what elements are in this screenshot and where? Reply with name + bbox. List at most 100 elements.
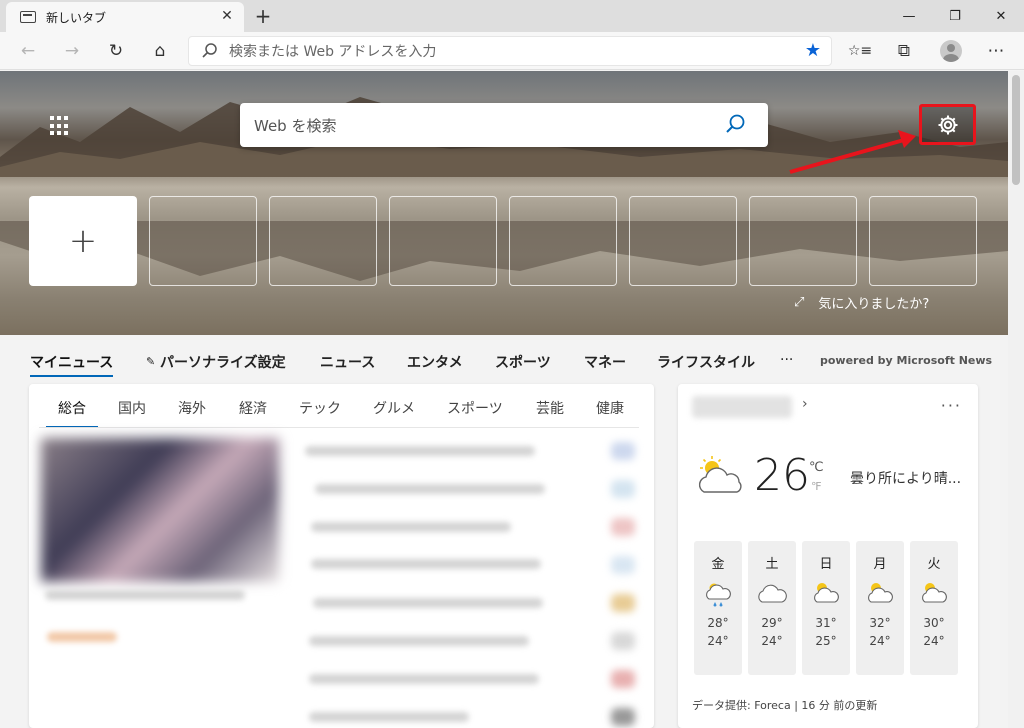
site-tile[interactable] <box>269 196 377 286</box>
headline-blurred[interactable] <box>309 636 529 646</box>
unit-fahrenheit[interactable]: ℉ <box>811 480 821 493</box>
category-tab[interactable]: 海外 <box>178 398 206 418</box>
nav-news[interactable]: ニュース <box>320 352 375 372</box>
forecast-day[interactable]: 日 31° 25° <box>802 541 850 675</box>
nav-money[interactable]: マネー <box>584 352 626 372</box>
refresh-button[interactable]: ↻ <box>102 37 130 65</box>
app-launcher-icon[interactable] <box>50 116 70 136</box>
category-tab[interactable]: 経済 <box>239 398 267 418</box>
powered-by-label: powered by Microsoft News <box>820 354 993 367</box>
forecast-day[interactable]: 火 30° 24° <box>910 541 958 675</box>
current-temperature: 26 <box>754 450 810 501</box>
news-navigation: マイニュース ✎ パーソナライズ設定 ニュース エンタメ スポーツ マネー ライ… <box>0 336 1008 384</box>
weather-location-blurred[interactable] <box>692 396 792 418</box>
forecast-day[interactable]: 土 29° 24° <box>748 541 796 675</box>
forecast-low: 24° <box>869 634 891 648</box>
category-tab[interactable]: 総合 <box>46 398 98 428</box>
forecast-day[interactable]: 金 28° 24° <box>694 541 742 675</box>
nav-more-button[interactable]: ··· <box>780 352 793 368</box>
forecast-low: 24° <box>761 634 783 648</box>
page-settings-button[interactable] <box>919 104 976 145</box>
collections-button[interactable]: ⧉ <box>890 37 918 65</box>
featured-headline-blurred[interactable] <box>45 590 245 600</box>
back-button[interactable]: ← <box>14 37 42 65</box>
site-tile[interactable] <box>869 196 977 286</box>
featured-article-image[interactable] <box>41 438 279 582</box>
headline-blurred[interactable] <box>311 522 511 532</box>
rain-sun-icon <box>706 583 731 607</box>
nav-entertainment[interactable]: エンタメ <box>407 352 463 372</box>
nav-my-news[interactable]: マイニュース <box>30 352 114 377</box>
annotation-arrow <box>789 130 916 174</box>
forecast-day-name: 火 <box>927 557 941 572</box>
forecast-low: 24° <box>707 634 729 648</box>
category-tab[interactable]: 芸能 <box>536 398 564 418</box>
scrollbar-thumb[interactable] <box>1012 75 1020 185</box>
tab-strip: 新しいタブ ✕ + — ❐ ✕ <box>0 0 1024 32</box>
site-tile[interactable] <box>389 196 497 286</box>
thumbnail-blurred <box>611 556 635 574</box>
thumbnail-blurred <box>611 632 635 650</box>
category-tab[interactable]: スポーツ <box>447 398 503 418</box>
site-tile[interactable] <box>149 196 257 286</box>
unit-celsius[interactable]: ℃ <box>809 460 824 475</box>
nav-lifestyle[interactable]: ライフスタイル <box>657 352 755 372</box>
headline-blurred[interactable] <box>311 559 541 569</box>
web-search-box[interactable]: Web を検索 <box>240 103 768 147</box>
headline-blurred[interactable] <box>305 446 535 456</box>
headline-blurred[interactable] <box>313 598 543 608</box>
gear-icon <box>938 115 957 134</box>
thumbnail-blurred <box>611 518 635 536</box>
weather-description: 曇り所により晴... <box>850 471 962 487</box>
partly-sunny-icon <box>922 583 947 603</box>
toolbar: ← → ↻ ⌂ 検索または Web アドレスを入力 ★ ☆≡ ⧉ ⋯ <box>0 32 1024 70</box>
partly-sunny-icon <box>814 583 839 603</box>
close-window-button[interactable]: ✕ <box>978 0 1024 32</box>
news-feed-card: 総合 国内 海外 経済 テック グルメ スポーツ 芸能 健康 <box>29 384 654 728</box>
chevron-right-icon[interactable]: › <box>802 396 808 412</box>
new-tab-page-icon <box>20 11 36 23</box>
favorites-button[interactable]: ☆≡ <box>846 37 874 65</box>
forecast-low: 24° <box>923 634 945 648</box>
minimize-button[interactable]: — <box>886 0 932 32</box>
nav-personalize[interactable]: パーソナライズ設定 <box>160 352 286 372</box>
category-tab[interactable]: 健康 <box>596 398 624 418</box>
forecast-high: 31° <box>815 616 837 630</box>
category-tab[interactable]: グルメ <box>373 398 415 418</box>
thumbnail-blurred <box>611 594 635 612</box>
new-tab-button[interactable]: + <box>252 4 274 28</box>
search-icon[interactable] <box>724 113 746 135</box>
tab-close-icon[interactable]: ✕ <box>218 8 236 24</box>
site-tile[interactable] <box>509 196 617 286</box>
thumbnail-blurred <box>611 480 635 498</box>
home-button[interactable]: ⌂ <box>146 37 174 65</box>
tab-title: 新しいタブ <box>46 10 107 25</box>
headline-blurred[interactable] <box>309 674 539 684</box>
forecast-low: 25° <box>815 634 837 648</box>
forecast-day[interactable]: 月 32° 24° <box>856 541 904 675</box>
profile-avatar[interactable] <box>940 40 962 62</box>
nav-sports[interactable]: スポーツ <box>495 352 551 372</box>
weather-more-button[interactable]: ··· <box>941 396 962 415</box>
like-image-prompt[interactable]: ⤢ 気に入りましたか? <box>794 293 929 312</box>
settings-more-button[interactable]: ⋯ <box>982 37 1010 65</box>
forecast-high: 28° <box>707 616 729 630</box>
headline-blurred[interactable] <box>309 712 469 722</box>
add-site-tile[interactable]: + <box>29 196 137 286</box>
site-tile[interactable] <box>629 196 737 286</box>
address-bar[interactable]: 検索または Web アドレスを入力 ★ <box>188 36 832 66</box>
partly-sunny-icon <box>868 583 893 603</box>
headline-blurred[interactable] <box>315 484 545 494</box>
tab-new-tab[interactable]: 新しいタブ ✕ <box>6 2 244 32</box>
thumbnail-blurred <box>611 670 635 688</box>
forecast-day-name: 日 <box>819 557 833 572</box>
category-tab[interactable]: テック <box>299 398 341 418</box>
favorite-star-icon[interactable]: ★ <box>805 40 821 61</box>
restore-button[interactable]: ❐ <box>932 0 978 32</box>
site-tile[interactable] <box>749 196 857 286</box>
page-scrollbar[interactable] <box>1008 71 1024 728</box>
category-tab[interactable]: 国内 <box>118 398 146 418</box>
forward-button[interactable]: → <box>58 37 86 65</box>
like-prompt-text: 気に入りましたか? <box>818 297 930 312</box>
forecast-high: 30° <box>923 616 945 630</box>
